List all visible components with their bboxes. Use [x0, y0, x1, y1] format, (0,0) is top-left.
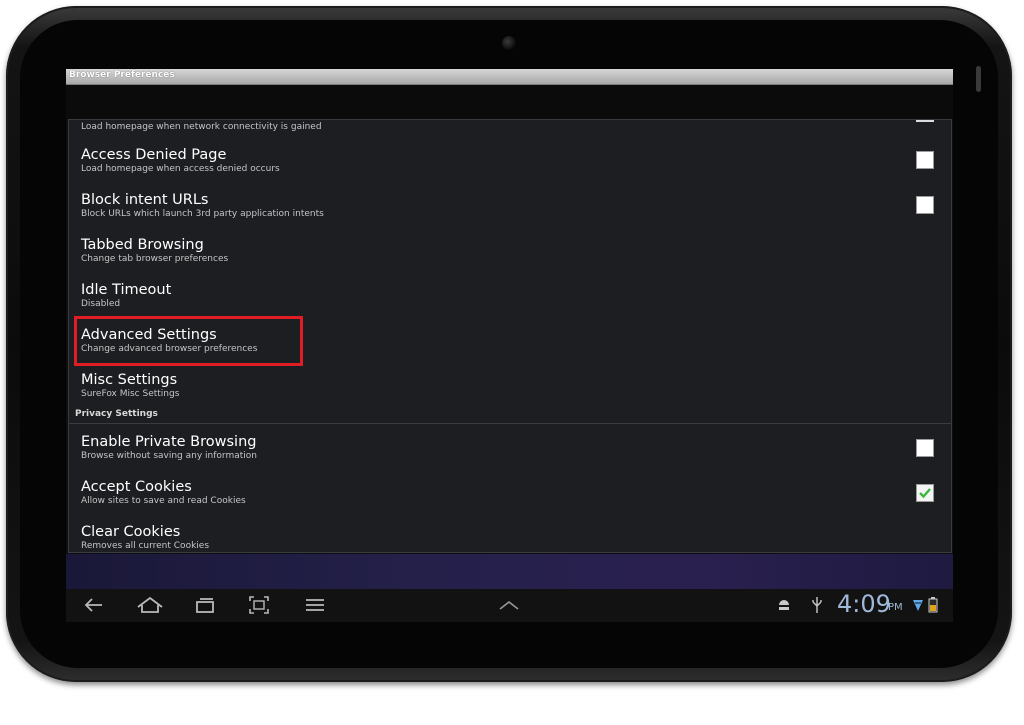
pref-item-subtitle: Change tab browser preferences: [81, 254, 229, 264]
partial-checkbox[interactable]: [916, 120, 934, 122]
pref-item-misc-settings[interactable]: Misc Settings SureFox Misc Settings: [81, 371, 179, 400]
screen: Browser Preferences Load homepage when n…: [66, 69, 953, 622]
private-browsing-checkbox[interactable]: [916, 439, 934, 457]
highlight-box: [74, 316, 303, 366]
system-bar: 4:09 PM: [66, 589, 953, 622]
pref-item-idle-timeout[interactable]: Idle Timeout Disabled: [81, 281, 171, 310]
pref-item-subtitle: Block URLs which launch 3rd party applic…: [81, 209, 324, 219]
status-clock: 4:09: [837, 590, 891, 618]
status-ampm: PM: [888, 602, 903, 613]
back-icon[interactable]: [82, 595, 104, 615]
window-title: Browser Preferences: [69, 70, 175, 80]
pref-item-block-intent[interactable]: Block intent URLs Block URLs which launc…: [81, 191, 324, 220]
screenshot-icon[interactable]: [248, 595, 270, 615]
wifi-signal-icon: [913, 600, 923, 611]
accept-cookies-checkbox[interactable]: [916, 484, 934, 502]
pref-item-title: Enable Private Browsing: [81, 434, 257, 450]
pref-item-title: Access Denied Page: [81, 147, 227, 163]
pref-item-subtitle: SureFox Misc Settings: [81, 389, 180, 399]
battery-icon: [928, 597, 938, 613]
preferences-list[interactable]: Load homepage when network connectivity …: [68, 119, 952, 553]
pref-item-subtitle: Allow sites to save and read Cookies: [81, 496, 246, 506]
home-icon[interactable]: [136, 595, 164, 615]
pref-item-tabbed-browsing[interactable]: Tabbed Browsing Change tab browser prefe…: [81, 236, 228, 265]
pref-item-private-browsing[interactable]: Enable Private Browsing Browse without s…: [81, 433, 257, 462]
front-camera: [502, 36, 516, 50]
pref-item-title: Tabbed Browsing: [81, 237, 204, 253]
pref-item-subtitle: Browse without saving any information: [81, 451, 257, 461]
block-intent-checkbox[interactable]: [916, 196, 934, 214]
pref-item-title: Misc Settings: [81, 372, 178, 388]
pref-item-title: Clear Cookies: [81, 524, 181, 540]
pref-item-title: Idle Timeout: [81, 282, 172, 298]
partial-item-subtitle: Load homepage when network connectivity …: [81, 122, 322, 132]
access-denied-checkbox[interactable]: [916, 151, 934, 169]
android-debug-icon: [778, 600, 790, 610]
checkmark-icon: [919, 488, 931, 499]
pref-item-subtitle: Disabled: [81, 299, 121, 309]
section-header-privacy: Privacy Settings: [69, 408, 951, 424]
window-titlebar: Browser Preferences: [66, 69, 953, 85]
side-button: [976, 66, 981, 92]
usb-icon: [812, 597, 822, 613]
pref-item-accept-cookies[interactable]: Accept Cookies Allow sites to save and r…: [81, 478, 246, 507]
recent-apps-icon[interactable]: [194, 595, 216, 615]
chevron-up-icon[interactable]: [498, 595, 520, 615]
pref-item-access-denied[interactable]: Access Denied Page Load homepage when ac…: [81, 146, 280, 175]
menu-icon[interactable]: [304, 595, 326, 615]
top-band: [66, 85, 953, 119]
section-header-label: Privacy Settings: [75, 409, 158, 419]
wallpaper-strip: [66, 554, 953, 589]
pref-item-title: Accept Cookies: [81, 479, 192, 495]
pref-item-clear-cookies[interactable]: Clear Cookies Removes all current Cookie…: [81, 523, 209, 552]
pref-item-subtitle: Removes all current Cookies: [81, 541, 210, 551]
pref-item-subtitle: Load homepage when access denied occurs: [81, 164, 280, 174]
pref-item-title: Block intent URLs: [81, 192, 209, 208]
